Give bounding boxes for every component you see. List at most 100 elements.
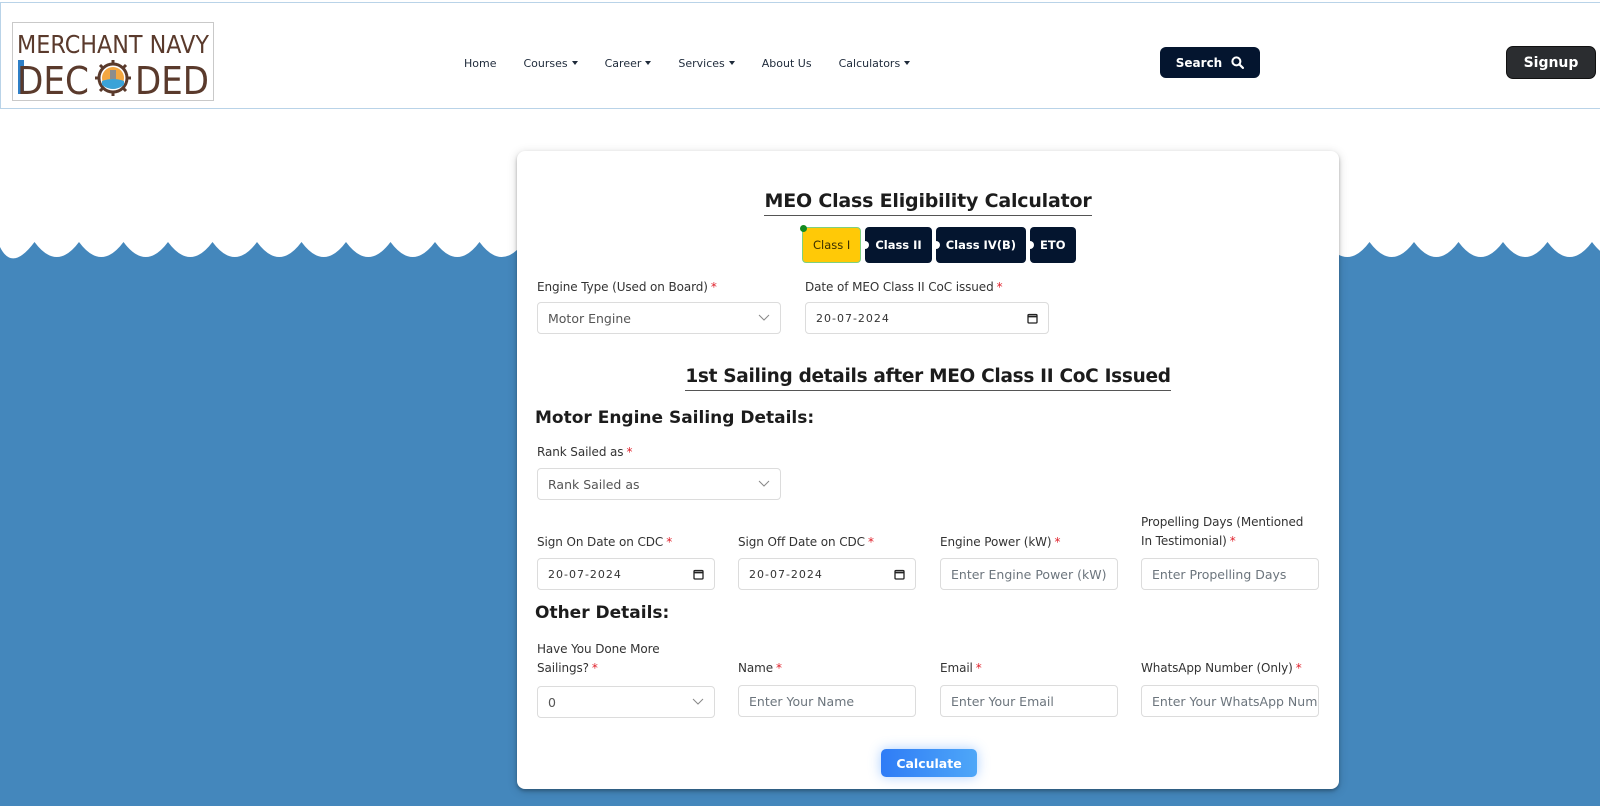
- label-text: Email: [940, 661, 973, 675]
- nav-label: Calculators: [838, 56, 901, 70]
- nav-home[interactable]: Home: [464, 57, 496, 70]
- logo-graphic: MERCHANT NAVY DEC DED: [17, 30, 210, 100]
- propelling-days-input[interactable]: Enter Propelling Days: [1141, 558, 1319, 590]
- nav-career[interactable]: Career: [605, 57, 652, 70]
- label-text: Name: [738, 661, 774, 675]
- placeholder-text: Enter Propelling Days: [1152, 566, 1287, 582]
- tab-label: Class I: [813, 238, 851, 252]
- tab-class-i[interactable]: Class I: [800, 225, 862, 263]
- calendar-icon: [1027, 313, 1038, 324]
- tab-label: Class II: [875, 238, 922, 252]
- sign-off-label: Sign Off Date on CDC *: [738, 533, 874, 552]
- nav-services[interactable]: Services: [678, 56, 735, 70]
- select-value: Rank Sailed as: [548, 476, 640, 492]
- calculator-title-text: MEO Class Eligibility Calculator: [764, 190, 1092, 216]
- required-mark: *: [975, 661, 982, 675]
- sailing-section-title: 1st Sailing details after MEO Class II C…: [517, 361, 1339, 391]
- name-input[interactable]: Enter Your Name: [738, 685, 916, 717]
- required-mark: *: [626, 445, 633, 459]
- radio-icon: [1026, 241, 1035, 249]
- logo-line1: MERCHANT NAVY: [17, 30, 210, 59]
- chevron-down-icon: [692, 698, 704, 705]
- label-text: Engine Type (Used on Board): [537, 280, 708, 294]
- label-text: Sign Off Date on CDC: [738, 535, 865, 549]
- logo-line2-right: DED: [135, 59, 209, 100]
- ship-wheel-icon: [95, 60, 131, 96]
- site-header: MERCHANT NAVY DEC DED Home Courses Caree…: [0, 2, 1600, 109]
- nav-label: Home: [464, 56, 497, 70]
- caret-down-icon: [728, 61, 735, 65]
- nav-calculators[interactable]: Calculators: [839, 57, 911, 70]
- nav-about-us[interactable]: About Us: [762, 57, 812, 70]
- site-logo[interactable]: MERCHANT NAVY DEC DED: [12, 22, 214, 101]
- rank-label: Rank Sailed as *: [537, 443, 632, 462]
- required-mark: *: [1229, 534, 1236, 548]
- required-mark: *: [710, 280, 717, 294]
- caret-down-icon: [645, 61, 652, 65]
- nav-label: Courses: [523, 56, 568, 70]
- label-text: Sign On Date on CDC: [537, 535, 664, 549]
- engine-type-select[interactable]: Motor Engine: [537, 302, 781, 334]
- engine-power-input[interactable]: Enter Engine Power (kW): [940, 558, 1118, 590]
- tab-eto[interactable]: ETO: [1026, 227, 1076, 263]
- coc-date-label: Date of MEO Class II CoC issued *: [805, 278, 1003, 297]
- label-text-line2: Sailings?: [537, 661, 589, 675]
- label-text: Engine Power (kW): [940, 535, 1052, 549]
- more-sailings-select[interactable]: 0: [537, 686, 715, 718]
- required-mark: *: [666, 535, 673, 549]
- required-mark: *: [1295, 661, 1302, 675]
- label-text: Date of MEO Class II CoC issued: [805, 280, 994, 294]
- propelling-days-label: Propelling Days (Mentioned In Testimonia…: [1141, 513, 1303, 551]
- nav-label: Services: [678, 56, 725, 70]
- date-value: 20-07-2024: [749, 567, 823, 581]
- rank-select[interactable]: Rank Sailed as: [537, 468, 781, 500]
- chevron-down-icon: [758, 314, 770, 321]
- required-mark: *: [776, 661, 782, 675]
- sign-on-label: Sign On Date on CDC *: [537, 533, 672, 552]
- caret-down-icon: [904, 61, 911, 65]
- signup-button[interactable]: Signup: [1506, 46, 1596, 79]
- date-value: 20-07-2024: [548, 567, 622, 581]
- label-text-line1: Have You Done More: [537, 642, 660, 656]
- placeholder-text: Enter Your WhatsApp Number: [1152, 693, 1318, 709]
- coc-date-input[interactable]: 20-07-2024: [805, 302, 1049, 334]
- date-value: 20-07-2024: [816, 311, 890, 325]
- tab-class-ivb[interactable]: Class IV(B): [931, 227, 1027, 263]
- tab-label: ETO: [1040, 238, 1066, 252]
- motor-engine-heading: Motor Engine Sailing Details:: [535, 408, 815, 428]
- label-text-line1: Propelling Days (Mentioned: [1141, 515, 1304, 529]
- more-sailings-label: Have You Done More Sailings? *: [537, 640, 660, 678]
- email-input[interactable]: Enter Your Email: [940, 685, 1118, 717]
- calculate-button[interactable]: Calculate: [881, 749, 977, 777]
- placeholder-text: Enter Your Email: [951, 693, 1054, 709]
- nav-label: About Us: [761, 56, 812, 70]
- search-button-label: Search: [1175, 55, 1223, 70]
- chevron-down-icon: [758, 480, 770, 487]
- whatsapp-input[interactable]: Enter Your WhatsApp Number: [1141, 685, 1319, 717]
- select-value: Motor Engine: [548, 310, 631, 326]
- caret-down-icon: [571, 61, 578, 65]
- sign-off-date-input[interactable]: 20-07-2024: [738, 558, 916, 590]
- required-mark: *: [867, 535, 874, 549]
- calendar-icon: [693, 569, 704, 580]
- calculator-card: MEO Class Eligibility Calculator Class I…: [517, 151, 1339, 789]
- nav-label: Career: [604, 56, 642, 70]
- calculator-title: MEO Class Eligibility Calculator: [517, 178, 1339, 216]
- nav-courses[interactable]: Courses: [523, 56, 578, 70]
- label-text-line2: In Testimonial): [1141, 534, 1227, 548]
- class-tab-group: Class I Class II Class IV(B) ETO: [800, 225, 1080, 263]
- label-text: WhatsApp Number (Only): [1141, 661, 1293, 675]
- sign-on-date-input[interactable]: 20-07-2024: [537, 558, 715, 590]
- whatsapp-label: WhatsApp Number (Only) *: [1141, 659, 1302, 678]
- tab-class-ii[interactable]: Class II: [861, 227, 932, 263]
- sailing-section-title-text: 1st Sailing details after MEO Class II C…: [685, 366, 1171, 391]
- required-mark: *: [591, 661, 598, 675]
- required-mark: *: [996, 280, 1003, 294]
- search-button[interactable]: Search: [1160, 47, 1260, 78]
- search-icon: [1231, 56, 1245, 69]
- main-nav: Home Courses Career Services About Us Ca…: [464, 53, 937, 73]
- other-details-heading: Other Details:: [535, 603, 670, 623]
- calendar-icon: [894, 569, 905, 580]
- logo-line2-left: DEC: [17, 59, 89, 100]
- engine-type-label: Engine Type (Used on Board) *: [537, 278, 717, 297]
